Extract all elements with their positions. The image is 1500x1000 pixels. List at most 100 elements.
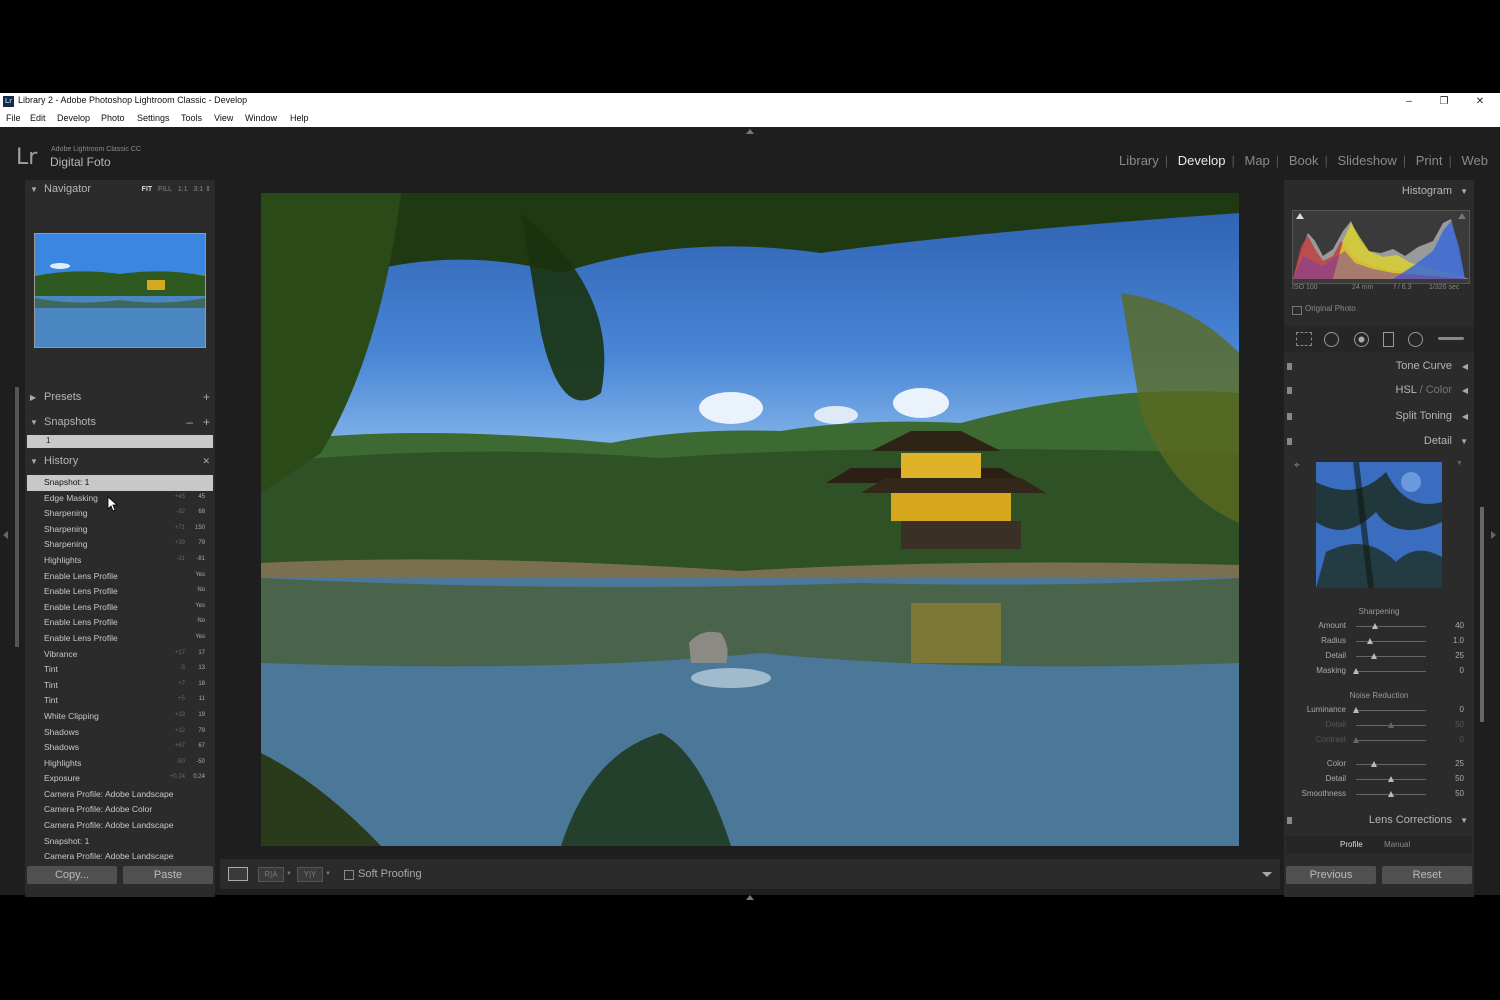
history-item[interactable]: Sharpening +71 150 [27, 522, 213, 538]
presets-header[interactable]: ▶ Presets + [25, 388, 215, 408]
slider-value[interactable]: 0 [1460, 705, 1464, 714]
hsl-color-header[interactable]: HSL / Color ◀ [1284, 381, 1474, 401]
menu-develop[interactable]: Develop [57, 113, 90, 123]
close-button[interactable]: ✕ [1470, 94, 1490, 109]
history-item[interactable]: Enable Lens Profile No [27, 584, 213, 600]
highlight-clipping-icon[interactable] [1458, 213, 1466, 219]
menu-file[interactable]: File [6, 113, 21, 123]
chevron-down-icon[interactable]: ▼ [325, 871, 331, 877]
slider-thumb[interactable] [1353, 668, 1359, 674]
soft-proofing-checkbox[interactable] [344, 870, 354, 880]
module-library[interactable]: Library [1119, 153, 1159, 168]
history-item[interactable]: Enable Lens Profile Yes [27, 600, 213, 616]
slider-thumb[interactable] [1367, 638, 1373, 644]
zoom-fill[interactable]: FILL [158, 186, 172, 193]
history-item[interactable]: Shadows +67 67 [27, 740, 213, 756]
panel-switch-icon[interactable] [1287, 413, 1292, 420]
add-snapshot-button[interactable]: + [203, 415, 210, 429]
panel-switch-icon[interactable] [1287, 387, 1292, 394]
slider-contrast[interactable]: Contrast 0 [1284, 734, 1474, 748]
menu-view[interactable]: View [214, 113, 233, 123]
history-item[interactable]: Enable Lens Profile Yes [27, 569, 213, 585]
copy-button[interactable]: Copy... [27, 866, 117, 884]
slider-track[interactable] [1356, 671, 1426, 672]
history-item[interactable]: Enable Lens Profile No [27, 615, 213, 631]
detail-expand-icon[interactable]: ▼ [1456, 460, 1463, 467]
reset-button[interactable]: Reset [1382, 866, 1472, 884]
slider-value[interactable]: 25 [1455, 651, 1464, 660]
slider-track[interactable] [1356, 626, 1426, 627]
slider-thumb[interactable] [1370, 653, 1377, 659]
history-item[interactable]: Shadows +12 79 [27, 725, 213, 741]
menu-settings[interactable]: Settings [137, 113, 170, 123]
history-item[interactable]: White Clipping +19 19 [27, 709, 213, 725]
history-item[interactable]: Snapshot: 1 [27, 834, 213, 850]
shadow-clipping-icon[interactable] [1296, 213, 1304, 219]
slider-smoothness[interactable]: Smoothness 50 [1284, 788, 1474, 802]
panel-switch-icon[interactable] [1287, 363, 1292, 370]
tab-profile[interactable]: Profile [1340, 840, 1363, 849]
menu-photo[interactable]: Photo [101, 113, 125, 123]
collapse-bottom-icon[interactable] [746, 895, 754, 900]
history-item[interactable]: Tint -5 13 [27, 662, 213, 678]
chevron-down-icon[interactable]: ▼ [286, 871, 292, 877]
snapshot-item[interactable]: 1 [27, 435, 213, 448]
collapse-top-icon[interactable] [746, 129, 754, 134]
main-photo[interactable] [261, 193, 1239, 846]
before-after-yy-button[interactable]: Y|Y [297, 867, 323, 882]
menu-window[interactable]: Window [245, 113, 277, 123]
right-panel-scrollbar[interactable] [1480, 507, 1484, 722]
history-item[interactable]: Tint +7 18 [27, 678, 213, 694]
panel-switch-icon[interactable] [1287, 817, 1292, 824]
history-item[interactable]: Vibrance +17 17 [27, 647, 213, 663]
menu-edit[interactable]: Edit [30, 113, 46, 123]
module-book[interactable]: Book [1289, 153, 1319, 168]
histogram-graph[interactable] [1292, 210, 1470, 284]
slider-thumb[interactable] [1353, 707, 1359, 713]
slider-detail[interactable]: Detail 25 [1284, 650, 1474, 664]
slider-value[interactable]: 50 [1455, 720, 1464, 729]
panel-switch-icon[interactable] [1287, 438, 1292, 445]
lens-corrections-header[interactable]: Lens Corrections ▼ [1284, 811, 1474, 831]
clear-history-icon[interactable]: ✕ [202, 456, 210, 467]
slider-thumb[interactable] [1371, 623, 1378, 629]
remove-snapshot-button[interactable]: – [186, 415, 193, 429]
add-preset-button[interactable]: + [203, 390, 210, 404]
restore-button[interactable]: ❐ [1434, 94, 1454, 109]
tone-curve-header[interactable]: Tone Curve ◀ [1284, 357, 1474, 377]
slider-detail[interactable]: Detail 50 [1284, 773, 1474, 787]
history-item[interactable]: Camera Profile: Adobe Landscape [27, 818, 213, 834]
before-after-ra-button[interactable]: R|A [258, 867, 284, 882]
history-item[interactable]: Enable Lens Profile Yes [27, 631, 213, 647]
history-item[interactable]: Sharpening +39 79 [27, 537, 213, 553]
slider-detail[interactable]: Detail 50 [1284, 719, 1474, 733]
spot-removal-icon[interactable] [1324, 332, 1339, 347]
slider-track[interactable] [1356, 656, 1426, 657]
module-develop[interactable]: Develop [1178, 153, 1226, 168]
split-toning-header[interactable]: Split Toning ◀ [1284, 407, 1474, 427]
menu-tools[interactable]: Tools [181, 113, 202, 123]
slider-luminance[interactable]: Luminance 0 [1284, 704, 1474, 718]
module-map[interactable]: Map [1245, 153, 1270, 168]
minimize-button[interactable]: – [1399, 94, 1419, 109]
slider-thumb[interactable] [1353, 737, 1359, 743]
red-eye-icon[interactable] [1354, 332, 1369, 347]
slider-track[interactable] [1356, 764, 1426, 765]
detail-preview[interactable] [1316, 462, 1442, 588]
slider-amount[interactable]: Amount 40 [1284, 620, 1474, 634]
histogram-header[interactable]: Histogram ▼ [1284, 182, 1474, 202]
history-item[interactable]: Camera Profile: Adobe Landscape [27, 849, 213, 865]
collapse-left-icon[interactable] [3, 531, 8, 539]
module-slideshow[interactable]: Slideshow [1337, 153, 1396, 168]
history-item[interactable]: Edge Masking +45 45 [27, 491, 213, 507]
slider-track[interactable] [1356, 710, 1426, 711]
history-item[interactable]: Snapshot: 1 [27, 475, 213, 491]
adjustment-brush-icon[interactable] [1438, 337, 1464, 340]
slider-value[interactable]: 50 [1455, 789, 1464, 798]
menu-help[interactable]: Help [290, 113, 309, 123]
left-panel-scrollbar[interactable] [15, 387, 19, 647]
history-item[interactable]: Tint +5 11 [27, 693, 213, 709]
slider-value[interactable]: 1.0 [1453, 636, 1464, 645]
history-item[interactable]: Exposure +0.24 0.24 [27, 771, 213, 787]
slider-value[interactable]: 50 [1455, 774, 1464, 783]
